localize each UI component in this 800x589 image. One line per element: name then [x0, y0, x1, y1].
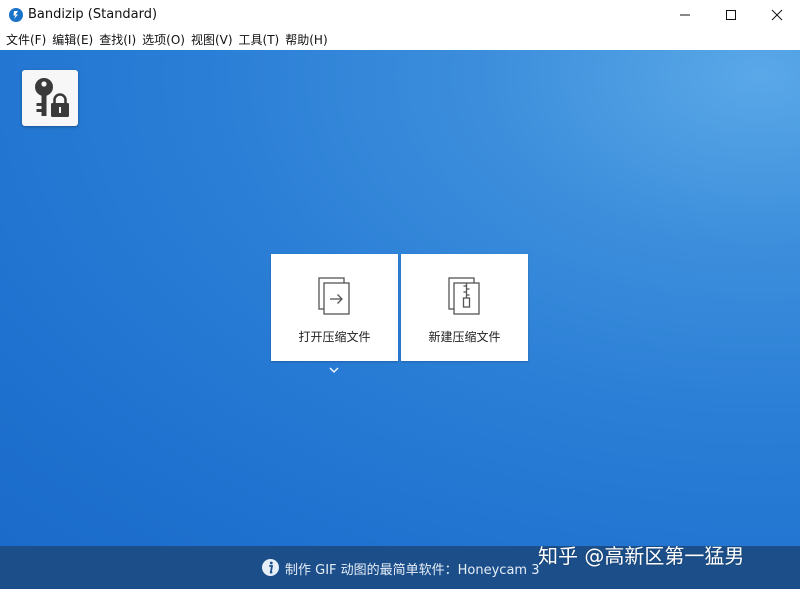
promo-text: 制作 GIF 动图的最简单软件：Honeycam 3: [285, 563, 540, 578]
menu-help[interactable]: 帮助(H): [282, 30, 330, 50]
minimize-button[interactable]: [662, 0, 708, 30]
bandizip-window: Bandizip (Standard) 文件(F) 编辑(E) 查找(I) 选项…: [0, 0, 800, 589]
key-lock-icon: [35, 78, 69, 117]
open-archive-button[interactable]: 打开压缩文件: [271, 254, 398, 361]
minimize-icon: [680, 14, 690, 16]
main-area: 打开压缩文件 新建压缩文件: [0, 50, 800, 546]
menu-options[interactable]: 选项(O): [139, 30, 188, 50]
close-icon: [771, 9, 783, 21]
watermark: 知乎 @高新区第一猛男: [538, 544, 745, 568]
menu-find[interactable]: 查找(I): [96, 30, 139, 50]
menu-view[interactable]: 视图(V): [188, 30, 236, 50]
menu-edit[interactable]: 编辑(E): [49, 30, 96, 50]
close-button[interactable]: [754, 0, 800, 30]
menu-bar: 文件(F) 编辑(E) 查找(I) 选项(O) 视图(V) 工具(T) 帮助(H…: [0, 30, 800, 50]
new-archive-icon: [448, 277, 480, 315]
password-manager-button[interactable]: [22, 70, 78, 126]
maximize-icon: [726, 10, 736, 20]
new-archive-label: 新建压缩文件: [428, 330, 501, 344]
info-icon: [262, 559, 279, 576]
menu-file[interactable]: 文件(F): [3, 30, 49, 50]
title-bar[interactable]: Bandizip (Standard): [0, 0, 800, 30]
window-title: Bandizip (Standard): [28, 7, 158, 22]
menu-tools[interactable]: 工具(T): [236, 30, 283, 50]
maximize-button[interactable]: [708, 0, 754, 30]
open-archive-label: 打开压缩文件: [298, 330, 371, 344]
new-archive-button[interactable]: 新建压缩文件: [401, 254, 528, 361]
open-archive-icon: [318, 277, 350, 315]
bandizip-app-icon: [9, 8, 23, 22]
chevron-down-icon[interactable]: [327, 365, 341, 375]
